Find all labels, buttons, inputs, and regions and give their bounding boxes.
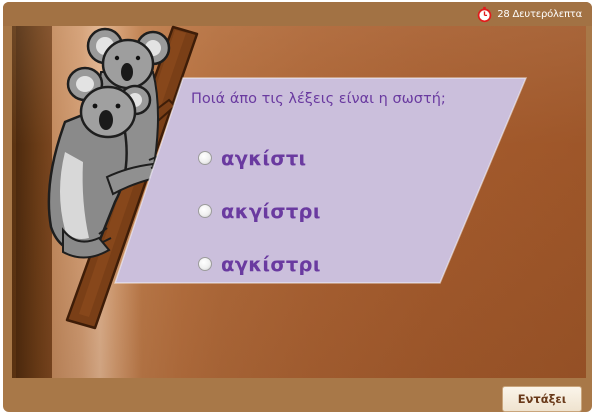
question-text: Ποιά άπο τις λέξεις είναι η σωστή; [191,91,446,107]
answer-label[interactable]: αγκίστι [221,147,306,170]
quiz-window: 28 Δευτερόλεπτα Ποιά άπο τις λέξεις είνα… [3,2,592,412]
answer-label[interactable]: αγκίστρι [221,253,321,276]
radio-button[interactable] [198,151,212,165]
radio-button[interactable] [198,204,212,218]
ok-button[interactable]: Εντάξει [502,386,582,412]
answer-option[interactable]: αγκίστρι [198,251,321,277]
answer-label[interactable]: ακγίστρι [221,200,321,223]
radio-button[interactable] [198,257,212,271]
answer-option[interactable]: ακγίστρι [198,198,321,224]
answer-option[interactable]: αγκίστι [198,145,306,171]
